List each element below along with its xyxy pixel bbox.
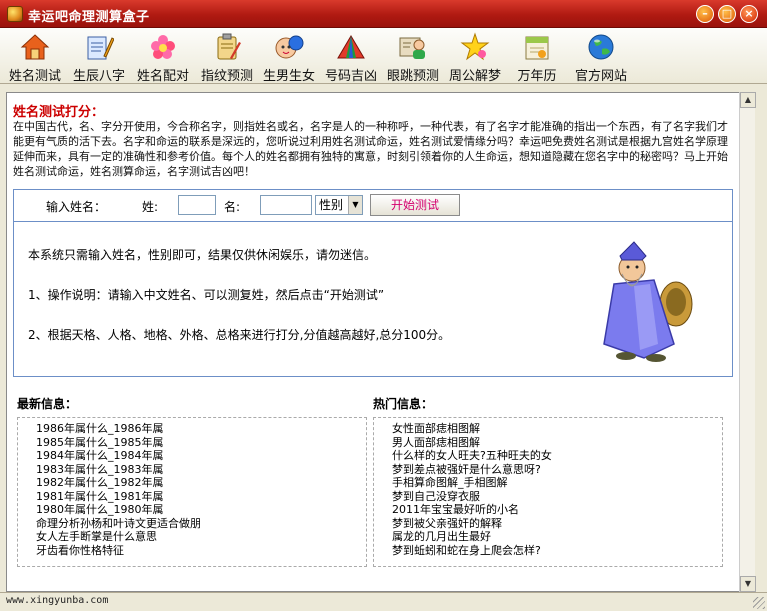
tool-name-test[interactable]: 姓名测试 [4, 30, 66, 84]
chevron-down-icon: ▼ [348, 196, 362, 214]
title-bar[interactable]: 幸运吧命理测算盒子 – □ × [0, 0, 767, 28]
flower-icon [148, 32, 178, 62]
note-disclaimer: 本系统只需输入姓名，性别即可，结果仅供休闲娱乐，请勿迷信。 [28, 248, 377, 262]
name-input-row: 输入姓名： 姓: 名: 性别 ▼ 开始测试 [14, 190, 732, 222]
instructions: 本系统只需输入姓名，性别即可，结果仅供休闲娱乐，请勿迷信。 1、操作说明：请输入… [28, 246, 450, 366]
latest-item[interactable]: 女人左手断掌是什么意思 [36, 530, 366, 544]
latest-item[interactable]: 1982年属什么_1982年属 [36, 476, 366, 490]
note-operation: 1、操作说明：请输入中文姓名、可以测复姓，然后点击“开始测试” [28, 288, 385, 302]
hot-info-title: 热门信息： [373, 397, 434, 411]
name-test-form: 输入姓名： 姓: 名: 性别 ▼ 开始测试 本系统只需输入姓名，性别即可，结果仅… [13, 189, 733, 377]
window-title: 幸运吧命理测算盒子 [28, 10, 150, 25]
scroll-up-icon[interactable]: ▲ [740, 92, 756, 108]
intro-text: 在中国古代，名、字分开使用，今合称名字，则指姓名或名，名字是人的一种称呼，一种代… [13, 120, 728, 178]
input-name-label: 输入姓名： [46, 200, 107, 214]
gender-select[interactable]: 性别 ▼ [315, 195, 363, 215]
house-icon [20, 32, 50, 62]
tool-name-match[interactable]: 姓名配对 [132, 30, 194, 84]
notepad-pen-icon [84, 32, 115, 62]
hot-item[interactable]: 什么样的女人旺夫?五种旺夫的女 [392, 449, 722, 463]
surname-label: 姓: [142, 200, 159, 214]
toolbar: 姓名测试 生辰八字 姓名配对 指纹预测 生男生女 号码吉凶 眼跳预测 周公解梦 … [0, 28, 767, 84]
hot-item[interactable]: 梦到差点被强奸是什么意思呀? [392, 463, 722, 477]
hot-item[interactable]: 女性面部痣相图解 [392, 422, 722, 436]
hot-item[interactable]: 属龙的几月出生最好 [392, 530, 722, 544]
tool-gender[interactable]: 生男生女 [258, 30, 320, 84]
hot-item[interactable]: 男人面部痣相图解 [392, 436, 722, 450]
tent-icon [336, 32, 366, 62]
tool-eye-twitch[interactable]: 眼跳预测 [382, 30, 444, 84]
hot-item[interactable]: 梦到被父亲强奸的解释 [392, 517, 722, 531]
tool-calendar[interactable]: 万年历 [506, 30, 568, 84]
status-url: www.xingyunba.com [6, 595, 109, 606]
latest-info-list: 1986年属什么_1986年属 1985年属什么_1985年属 1984年属什么… [17, 417, 367, 567]
scroll-down-icon[interactable]: ▼ [740, 576, 756, 592]
tool-number-luck[interactable]: 号码吉凶 [320, 30, 382, 84]
section-title: 姓名测试打分： [13, 105, 105, 120]
hot-item[interactable]: 手相算命图解_手相图解 [392, 476, 722, 490]
maximize-button[interactable]: □ [718, 5, 736, 23]
hot-info-list: 女性面部痣相图解 男人面部痣相图解 什么样的女人旺夫?五种旺夫的女 梦到差点被强… [373, 417, 723, 567]
given-name-label: 名: [224, 200, 241, 214]
tool-official-site[interactable]: 官方网站 [570, 30, 632, 84]
calendar-icon [522, 32, 552, 62]
globe-icon [586, 32, 616, 62]
content-panel: 姓名测试打分： 在中国古代，名、字分开使用，今合称名字，则指姓名或名，名字是人的… [6, 92, 755, 592]
latest-item[interactable]: 1983年属什么_1983年属 [36, 463, 366, 477]
tool-fingerprint[interactable]: 指纹预测 [196, 30, 258, 84]
latest-info-title: 最新信息： [17, 397, 78, 411]
sage-illustration [584, 234, 704, 364]
close-button[interactable]: × [740, 5, 758, 23]
tool-birth-chart[interactable]: 生辰八字 [68, 30, 130, 84]
person-card-icon [398, 32, 428, 62]
vertical-scrollbar[interactable]: ▲ ▼ [739, 92, 756, 592]
hot-item[interactable]: 梦到蚯蚓和蛇在身上爬会怎样? [392, 544, 722, 558]
star-wand-icon [460, 32, 490, 62]
start-test-button[interactable]: 开始测试 [370, 194, 460, 216]
latest-item[interactable]: 命理分析孙杨和叶诗文更适合做朋 [36, 517, 366, 531]
latest-item[interactable]: 1985年属什么_1985年属 [36, 436, 366, 450]
note-scoring: 2、根据天格、人格、地格、外格、总格来进行打分,分值越高越好,总分100分。 [28, 328, 451, 342]
app-icon [7, 6, 23, 22]
baby-icon [274, 32, 304, 62]
hot-item[interactable]: 梦到自己没穿衣服 [392, 490, 722, 504]
latest-item[interactable]: 1981年属什么_1981年属 [36, 490, 366, 504]
resize-grip-icon[interactable] [753, 597, 765, 609]
clipboard-icon [212, 32, 242, 62]
latest-item[interactable]: 1980年属什么_1980年属 [36, 503, 366, 517]
surname-input[interactable] [178, 195, 216, 215]
status-bar: www.xingyunba.com [0, 592, 767, 611]
latest-item[interactable]: 牙齿看你性格特征 [36, 544, 366, 558]
tool-dream[interactable]: 周公解梦 [444, 30, 506, 84]
latest-item[interactable]: 1984年属什么_1984年属 [36, 449, 366, 463]
hot-item[interactable]: 2011年宝宝最好听的小名 [392, 503, 722, 517]
latest-item[interactable]: 1986年属什么_1986年属 [36, 422, 366, 436]
minimize-button[interactable]: – [696, 5, 714, 23]
given-name-input[interactable] [260, 195, 312, 215]
